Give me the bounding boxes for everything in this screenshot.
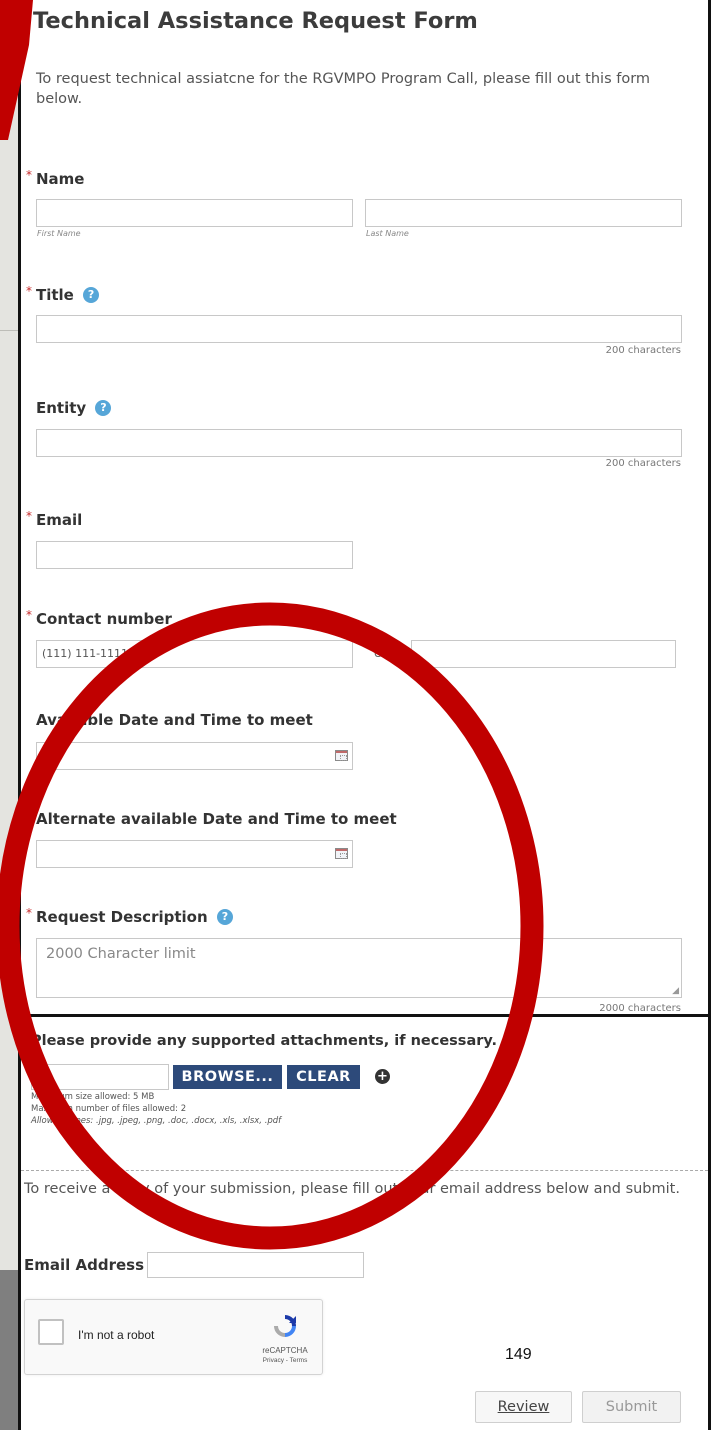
available-date-label: Available Date and Time to meet — [36, 711, 313, 729]
background-footer — [0, 1270, 18, 1430]
max-size-text: Maximum size allowed: 5 MB — [31, 1092, 155, 1102]
help-icon[interactable]: ? — [216, 908, 233, 925]
recaptcha-logo-icon — [271, 1312, 299, 1340]
calendar-icon[interactable] — [335, 750, 348, 761]
email-input[interactable] — [36, 541, 353, 569]
help-icon[interactable]: ? — [95, 399, 112, 416]
file-path-input[interactable] — [31, 1064, 169, 1090]
phone-placeholder: (111) 111-1111 — [42, 647, 129, 660]
recaptcha-widget: I'm not a robot reCAPTCHA Privacy - Term… — [24, 1299, 323, 1375]
clear-button[interactable]: CLEAR — [287, 1065, 360, 1089]
resize-handle-icon[interactable]: ◢ — [672, 986, 679, 996]
entity-char-count: 200 characters — [605, 458, 681, 469]
last-name-caption: Last Name — [366, 229, 409, 238]
name-label: Name — [36, 170, 85, 188]
title-label: Title — [36, 286, 74, 304]
description-textarea[interactable]: 2000 Character limit ◢ — [36, 938, 682, 998]
contact-label-row: * Contact number — [26, 608, 172, 628]
required-marker: * — [26, 284, 32, 298]
form-intro: To request technical assiatcne for the R… — [36, 71, 651, 107]
help-icon[interactable]: ? — [83, 286, 100, 303]
extension-input[interactable] — [411, 640, 676, 668]
first-name-caption: First Name — [37, 229, 81, 238]
phone-input[interactable]: (111) 111-1111 — [36, 640, 353, 668]
page-number: 149 — [505, 1346, 532, 1363]
description-label: Request Description — [36, 908, 208, 926]
title-label-row: * Title ? — [26, 284, 100, 304]
allowed-types-text: Allowed types: .jpg, .jpeg, .png, .doc, … — [31, 1116, 282, 1126]
max-files-text: Maximum number of files allowed: 2 — [31, 1104, 187, 1114]
contact-label: Contact number — [36, 610, 172, 628]
background-panel — [0, 0, 18, 1270]
required-marker: * — [26, 509, 32, 523]
entity-input[interactable] — [36, 429, 682, 457]
browse-button[interactable]: BROWSE... — [173, 1065, 282, 1089]
required-marker: * — [26, 168, 32, 182]
alternate-date-label: Alternate available Date and Time to mee… — [36, 810, 397, 828]
recaptcha-label: I'm not a robot — [78, 1328, 155, 1342]
email-label: Email — [36, 511, 83, 529]
copy-email-label: Email Address — [24, 1256, 145, 1274]
available-date-input[interactable] — [36, 742, 353, 770]
calendar-icon[interactable] — [335, 848, 348, 859]
ext-label: ext — [374, 646, 393, 660]
last-name-input[interactable] — [365, 199, 682, 227]
name-label-row: * Name — [26, 168, 85, 188]
title-char-count: 200 characters — [605, 345, 681, 356]
review-button[interactable]: Review — [475, 1391, 572, 1423]
entity-label: Entity — [36, 399, 87, 417]
required-marker: * — [26, 608, 32, 622]
first-name-input[interactable] — [36, 199, 353, 227]
add-file-icon[interactable]: + — [375, 1069, 390, 1084]
form-title: Technical Assistance Request Form — [33, 8, 478, 34]
recaptcha-brand: reCAPTCHA — [262, 1346, 308, 1355]
entity-label-row: Entity ? — [36, 399, 112, 417]
required-marker: * — [26, 906, 32, 920]
copy-email-input[interactable] — [147, 1252, 364, 1278]
description-placeholder: 2000 Character limit — [46, 946, 196, 962]
recaptcha-checkbox[interactable] — [38, 1319, 64, 1345]
attachments-heading: Please provide any supported attachments… — [31, 1033, 498, 1049]
description-char-count: 2000 characters — [599, 1003, 681, 1012]
submit-button[interactable]: Submit — [582, 1391, 681, 1423]
description-label-row: * Request Description ? — [26, 906, 233, 926]
background-divider — [0, 330, 18, 331]
section-divider — [21, 1170, 708, 1171]
title-input[interactable] — [36, 315, 682, 343]
email-label-row: * Email — [26, 509, 83, 529]
alternate-date-input[interactable] — [36, 840, 353, 868]
recaptcha-links[interactable]: Privacy - Terms — [253, 1357, 317, 1364]
copy-instructions: To receive a copy of your submission, pl… — [24, 1181, 680, 1197]
